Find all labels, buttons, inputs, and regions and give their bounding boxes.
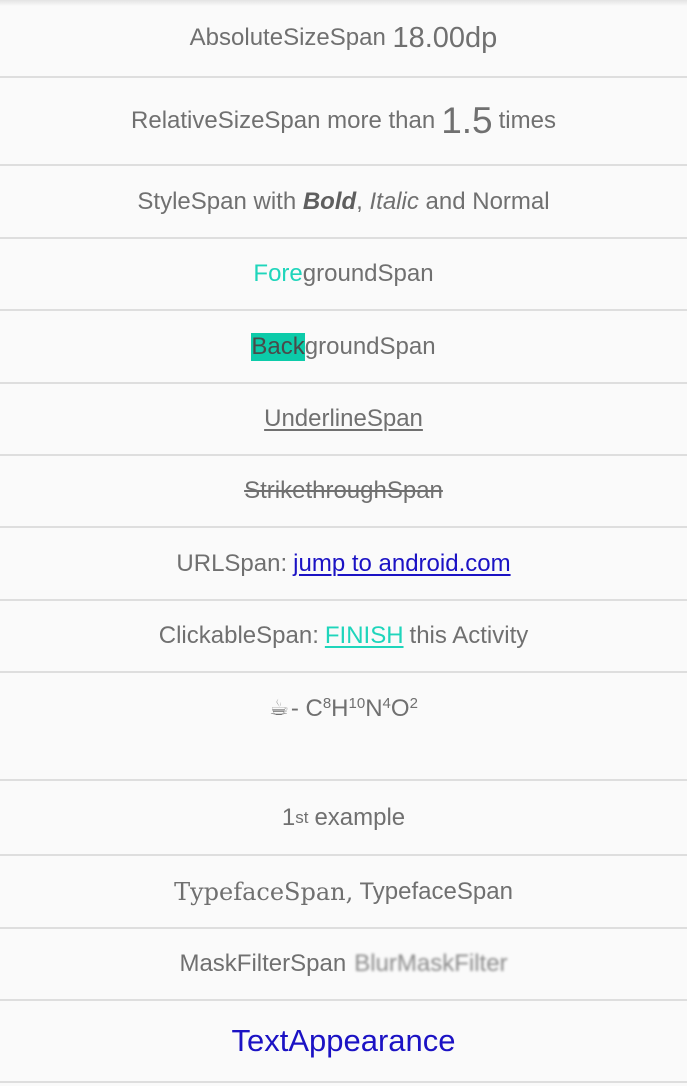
formula-h: H (331, 695, 349, 722)
list-item-caffeine-formula: ☕ - C 8 H 10 N 4 O 2 (0, 673, 687, 781)
superscript-text: st (295, 807, 309, 827)
style-span-separator: , (356, 187, 370, 215)
background-highlighted-text: Back (251, 332, 305, 361)
style-span-label: StyleSpan with (137, 187, 303, 215)
relative-size-suffix: times (498, 107, 556, 134)
list-item-strikethrough-span: StrikethroughSpan (0, 456, 687, 528)
url-span-label: URLSpan: (176, 549, 288, 577)
list-item-maskfilter-span: MaskFilterSpan BlurMaskFilter (0, 929, 687, 1001)
formula-c-subscript: 8 (322, 695, 332, 712)
style-span-normal: and Normal (418, 187, 550, 215)
finish-link[interactable]: FINISH (325, 622, 404, 650)
formula-o-subscript: 2 (409, 695, 418, 712)
list-item-text-appearance: TextAppearance (0, 1001, 687, 1083)
formula-dash: - (290, 695, 306, 722)
formula-n: N (365, 695, 383, 722)
style-span-italic: Italic (369, 187, 419, 215)
underline-text: UnderlineSpan (264, 405, 423, 432)
span-demo-list[interactable]: AbsoluteSizeSpan 18.00dp RelativeSizeSpa… (0, 0, 687, 1083)
blurred-text: BlurMaskFilter (354, 950, 508, 977)
coffee-cup-icon: ☕ (269, 695, 289, 720)
list-item-foreground-span: Fore groundSpan (0, 239, 687, 311)
formula-o: O (390, 695, 410, 722)
formula-n-subscript: 4 (382, 695, 391, 712)
list-item-absolute-size: AbsoluteSizeSpan 18.00dp (0, 0, 687, 78)
list-item-background-span: Back groundSpan (0, 311, 687, 384)
formula-c: C (305, 695, 323, 722)
relative-size-label: RelativeSizeSpan more than (131, 107, 436, 134)
list-item-superscript: 1st example (0, 781, 687, 856)
clickable-span-label: ClickableSpan: (158, 622, 319, 649)
formula-h-subscript: 10 (348, 695, 366, 712)
absolute-size-label: AbsoluteSizeSpan (189, 24, 393, 51)
list-item-clickable-span: ClickableSpan: FINISH this Activity (0, 601, 687, 673)
background-rest-text: groundSpan (304, 332, 436, 360)
list-item-style-span: StyleSpan with Bold, Italic and Normal (0, 166, 687, 239)
list-item-underline-span: UnderlineSpan (0, 384, 687, 456)
text-appearance-text: TextAppearance (231, 1023, 456, 1058)
foreground-colored-text: Fore (253, 260, 303, 287)
superscript-example: example (314, 803, 406, 831)
foreground-rest-text: groundSpan (302, 260, 434, 287)
list-item-typeface-span: TypefaceSpan, TypefaceSpan (0, 856, 687, 929)
strikethrough-text: StrikethroughSpan (244, 477, 443, 504)
list-item-url-span: URLSpan: jump to android.com (0, 528, 687, 601)
list-item-relative-size: RelativeSizeSpan more than 1.5 times (0, 78, 687, 166)
android-com-link[interactable]: jump to android.com (293, 550, 510, 578)
relative-size-value: 1.5 (441, 100, 493, 141)
typeface-sans-text: TypefaceSpan (353, 877, 513, 905)
typeface-serif-text: TypefaceSpan, (174, 877, 354, 906)
superscript-base: 1 (281, 803, 296, 831)
maskfilter-label: MaskFilterSpan (179, 950, 347, 977)
clickable-span-suffix: this Activity (409, 622, 529, 649)
style-span-bold: Bold (302, 187, 357, 215)
absolute-size-value: 18.00dp (392, 21, 498, 54)
